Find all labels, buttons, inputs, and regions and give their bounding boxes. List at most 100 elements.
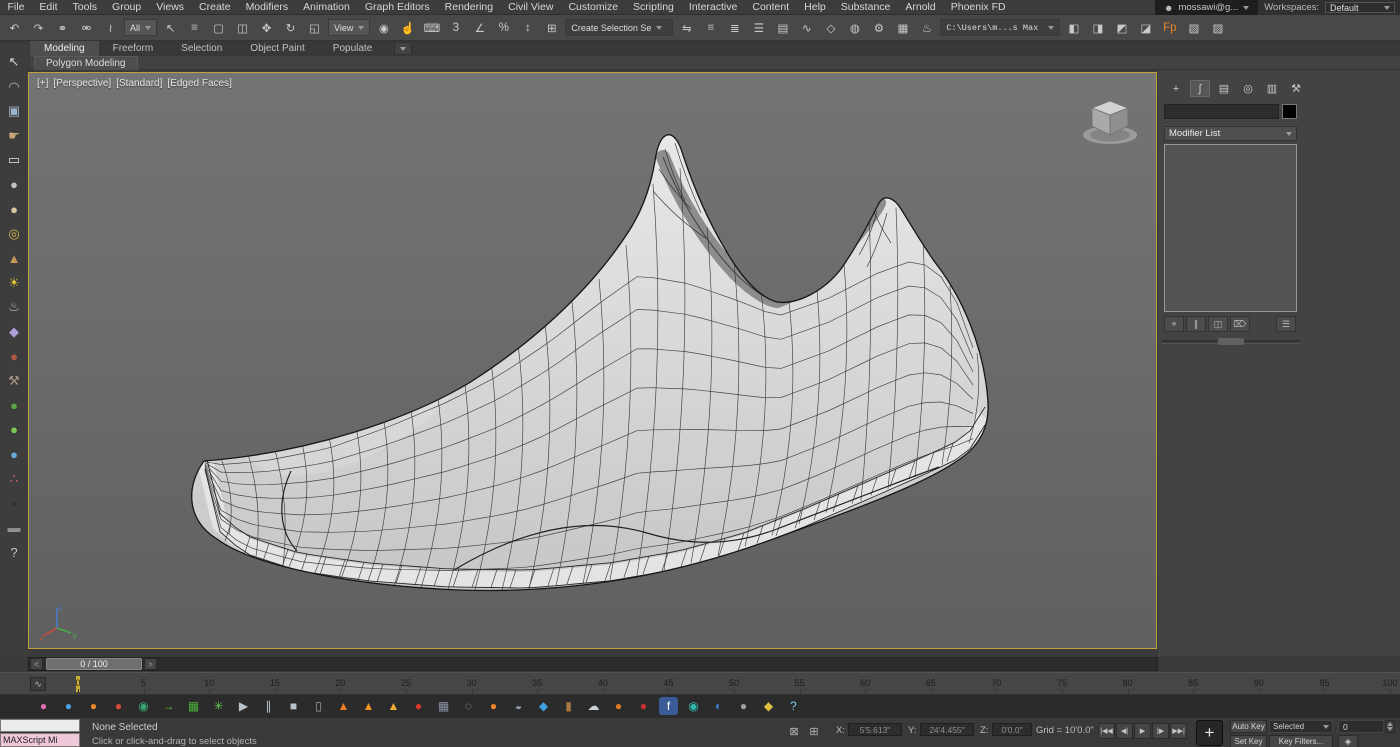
workspace-dropdown[interactable]: Default	[1325, 2, 1395, 13]
next-frame-button[interactable]: |▶	[1152, 723, 1169, 739]
play-icon[interactable]: ▶	[234, 697, 253, 715]
key-filters-button[interactable]: Key Filters...	[1269, 735, 1333, 747]
menu-item[interactable]: Tools	[65, 0, 105, 15]
menu-item[interactable]: Views	[149, 0, 192, 15]
next-frame-arrow[interactable]: >	[144, 658, 157, 670]
ball-blue-tool-icon[interactable]: ●	[4, 444, 25, 464]
modifier-list-dropdown[interactable]: Modifier List	[1164, 126, 1297, 141]
modify-tab-icon[interactable]: ∫	[1190, 80, 1210, 97]
cloud-icon[interactable]: ☁	[584, 697, 603, 715]
select-link-icon[interactable]: ⚭	[52, 17, 73, 38]
undo-icon[interactable]: ↶	[4, 17, 25, 38]
sphere-blue-icon[interactable]: ●	[59, 697, 78, 715]
utilities-tab-icon[interactable]: ⚒	[1286, 80, 1306, 97]
display-tab-icon[interactable]: ▥	[1262, 80, 1282, 97]
viewport-standard-menu[interactable]: [Standard]	[116, 78, 162, 89]
perspective-viewport[interactable]: [+] [Perspective] [Standard] [Edged Face…	[28, 72, 1157, 649]
track-bar[interactable]: ∿ 05101520253035404550556065707580859095…	[0, 672, 1400, 695]
sun-tool-icon[interactable]: ☀	[4, 273, 25, 293]
show-end-result-icon[interactable]: ∥	[1186, 316, 1206, 332]
ring-gold-tool-icon[interactable]: ◎	[4, 224, 25, 244]
ref-coord-dropdown[interactable]: View	[328, 19, 370, 36]
redo-icon[interactable]: ↷	[28, 17, 49, 38]
hand-tool-icon[interactable]: ☛	[4, 126, 25, 146]
ufo-icon[interactable]: ◒	[509, 697, 528, 715]
sphere-red-icon[interactable]: ●	[109, 697, 128, 715]
pumpkin-icon[interactable]: ●	[84, 697, 103, 715]
bind-spacewarp-icon[interactable]: ≀	[100, 17, 121, 38]
named-selection-dropdown[interactable]: Create Selection Se	[565, 19, 673, 36]
rect-selection-region-icon[interactable]: ▢	[208, 17, 229, 38]
menu-item[interactable]: Help	[797, 0, 834, 15]
ring-teal-icon[interactable]: ◉	[684, 697, 703, 715]
keyboard-override-icon[interactable]: ⌨	[421, 17, 442, 38]
maxscript-mini-listener[interactable]: MAXScript Mi	[0, 733, 80, 747]
snap-toggle-icon[interactable]: 3	[445, 17, 466, 38]
dot-orange-icon[interactable]: ●	[484, 697, 503, 715]
sphere-tan-tool-icon[interactable]: ●	[4, 199, 25, 219]
viewport-pov-menu[interactable]: [Perspective]	[53, 78, 111, 89]
box-dark-tool-icon[interactable]: ▪	[4, 493, 25, 513]
menu-item[interactable]: Phoenix FD	[943, 0, 1013, 15]
menu-item[interactable]: Arnold	[898, 0, 943, 15]
spinner-snap-icon[interactable]: ↕	[517, 17, 538, 38]
asset-browser-icon[interactable]: ◨	[1087, 17, 1108, 38]
remove-modifier-icon[interactable]: ⌦	[1230, 316, 1250, 332]
menu-item[interactable]: Animation	[296, 0, 358, 15]
menu-item[interactable]: Rendering	[437, 0, 500, 15]
menu-item[interactable]: Customize	[561, 0, 626, 15]
globe-blue-icon[interactable]: ◐	[709, 697, 728, 715]
select-manipulate-icon[interactable]: ☝	[397, 17, 418, 38]
make-unique-icon[interactable]: ◫	[1208, 316, 1228, 332]
edit-named-selections-icon[interactable]: ⊞	[541, 17, 562, 38]
gear-yellow-icon[interactable]: ◆	[759, 697, 778, 715]
hierarchy-tab-icon[interactable]: ▤	[1214, 80, 1234, 97]
use-pivot-center-icon[interactable]: ◉	[373, 17, 394, 38]
pin-stack-icon[interactable]: ⌖	[1164, 316, 1184, 332]
sphere-gray-icon[interactable]: ●	[734, 697, 753, 715]
go-end-button[interactable]: ▶▶|	[1170, 723, 1187, 739]
card-tool-icon[interactable]: ▭	[4, 150, 25, 170]
viewcube[interactable]	[1078, 91, 1142, 149]
auto-key-button[interactable]: Auto Key	[1230, 720, 1267, 733]
stop-icon[interactable]: ■	[284, 697, 303, 715]
time-slider-track[interactable]	[28, 657, 1158, 671]
ball-lime-tool-icon[interactable]: ●	[4, 420, 25, 440]
coordinate-y-field[interactable]: 24'4.455"	[920, 723, 974, 736]
percent-snap-icon[interactable]: %	[493, 17, 514, 38]
angle-snap-icon[interactable]: ∠	[469, 17, 490, 38]
scene-explorer-icon[interactable]: ☰	[748, 17, 769, 38]
ribbon-subtab-polygon-modeling[interactable]: Polygon Modeling	[34, 56, 138, 70]
arrow-green-icon[interactable]: →	[159, 697, 178, 715]
curve-editor-icon[interactable]: ∿	[796, 17, 817, 38]
sphere-green-tool-icon[interactable]: ●	[4, 395, 25, 415]
menu-item[interactable]: Group	[105, 0, 149, 15]
flame-icon-3[interactable]: ▲	[384, 697, 403, 715]
flame-icon[interactable]: ▲	[334, 697, 353, 715]
prev-frame-arrow[interactable]: <	[30, 658, 43, 670]
select-by-name-icon[interactable]: ≡	[184, 17, 205, 38]
burst-green-icon[interactable]: ✳	[209, 697, 228, 715]
arc-tool-icon[interactable]: ◠	[4, 77, 25, 97]
phoenix-fp-icon[interactable]: Fp	[1159, 17, 1180, 38]
menu-item[interactable]: Edit	[32, 0, 65, 15]
panel-resize-handle[interactable]	[1218, 338, 1244, 345]
ribbon-tab-freeform[interactable]: Freeform	[99, 41, 168, 56]
plus-button[interactable]: +	[1196, 720, 1223, 746]
mini-curve-editor-button[interactable]: ∿	[30, 677, 46, 691]
render-production-icon[interactable]: ♨	[916, 17, 937, 38]
account-menu[interactable]: ☻ mossawi@g...	[1155, 0, 1258, 15]
hammer-tool-icon[interactable]: ⚒	[4, 371, 25, 391]
viewport-plus-menu[interactable]: [+]	[37, 78, 48, 89]
menu-item[interactable]: Interactive	[681, 0, 744, 15]
f-app-icon[interactable]: f	[659, 697, 678, 715]
object-name-field[interactable]	[1164, 104, 1279, 119]
pause-icon[interactable]: ∥	[259, 697, 278, 715]
state-sets-icon[interactable]: ◩	[1111, 17, 1132, 38]
modifier-stack[interactable]	[1164, 144, 1297, 312]
set-key-button[interactable]: Set Key	[1230, 735, 1267, 747]
menu-item[interactable]: Graph Editors	[357, 0, 437, 15]
selection-filter-dropdown[interactable]: All	[124, 19, 157, 36]
barrel-icon[interactable]: ▮	[559, 697, 578, 715]
help-tool-icon[interactable]: ?	[4, 542, 25, 562]
